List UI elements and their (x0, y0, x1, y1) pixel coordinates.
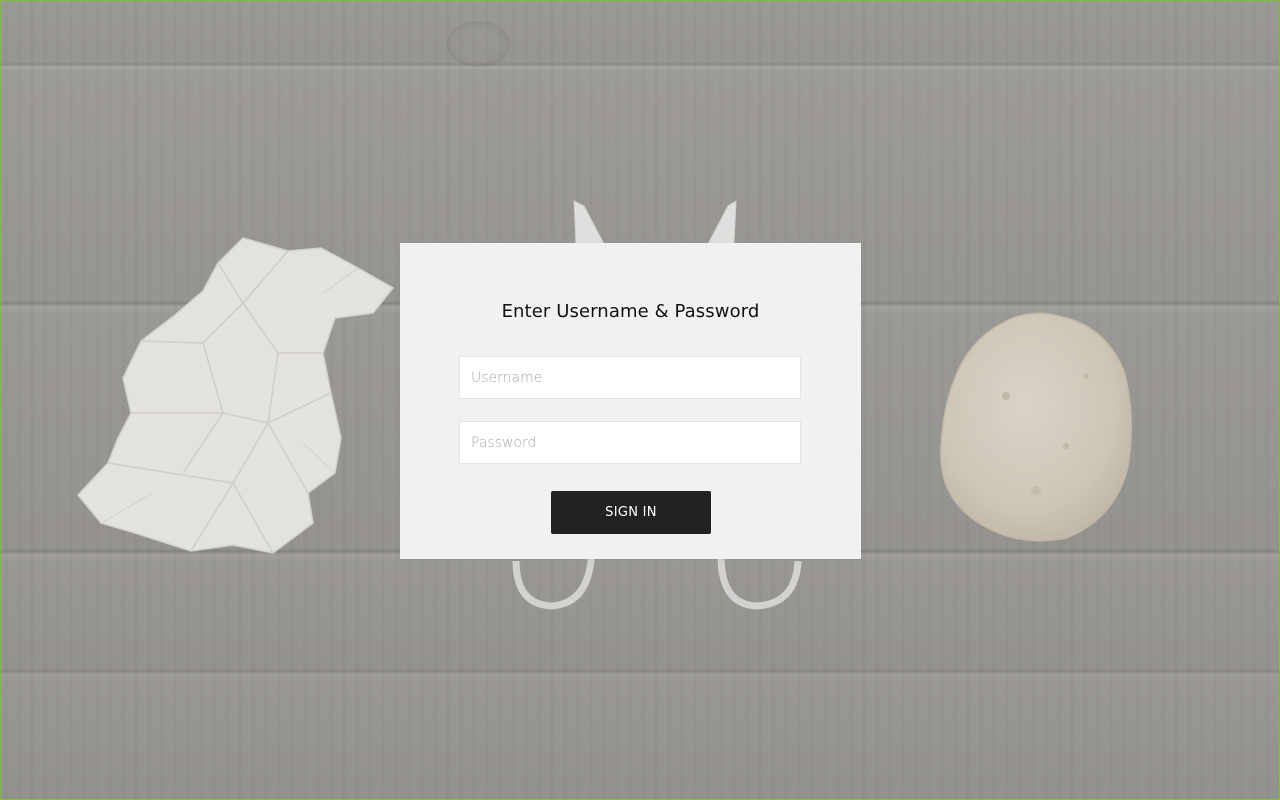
login-card: Enter Username & Password SIGN IN (400, 243, 861, 559)
sign-in-button[interactable]: SIGN IN (551, 491, 711, 534)
username-input[interactable] (459, 356, 801, 399)
login-page: Enter Username & Password SIGN IN (0, 0, 1280, 800)
login-title: Enter Username & Password (501, 301, 760, 322)
password-input[interactable] (459, 421, 801, 464)
